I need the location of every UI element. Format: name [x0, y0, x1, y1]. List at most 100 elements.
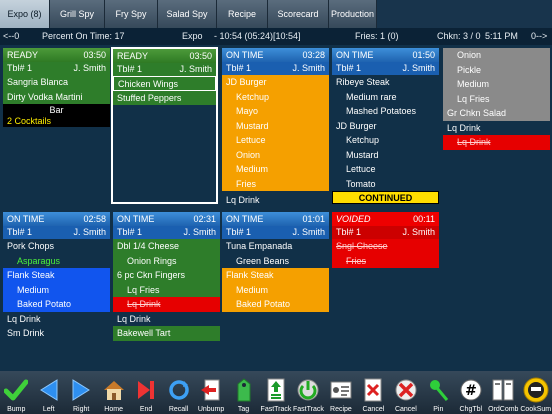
- order-combine-button[interactable]: OrdComb: [487, 371, 519, 414]
- order-modifier: Medium rare: [346, 91, 397, 102]
- order-timer: 02:31: [193, 214, 216, 224]
- order-modifier: Mustard: [222, 118, 329, 133]
- time-summary: - 10:54 (05:24)[10:54]: [214, 31, 301, 41]
- tab-salad-spy[interactable]: Salad Spy: [158, 0, 217, 28]
- order-modifier: Green Beans: [236, 255, 290, 266]
- order-modifier: Ketchup: [222, 89, 329, 104]
- order-item[interactable]: Lq Drink: [113, 312, 220, 327]
- tab-production[interactable]: Production: [329, 0, 377, 28]
- order-item[interactable]: Flank Steak: [222, 268, 329, 283]
- prev-orders-indicator[interactable]: <--0: [3, 31, 19, 41]
- order-status: ON TIME: [226, 214, 264, 224]
- unbump-icon: [198, 376, 224, 404]
- bump-button[interactable]: Bump: [0, 371, 32, 414]
- order-item[interactable]: Pork Chops: [3, 239, 110, 254]
- order-item[interactable]: Lq Drink: [443, 121, 550, 136]
- order-card-selected[interactable]: READY 03:50 Tbl# 1 J. Smith Chicken Wing…: [111, 47, 218, 204]
- order-item[interactable]: Lq Drink: [3, 312, 110, 327]
- order-item[interactable]: Dbl 1/4 Cheese: [113, 239, 220, 254]
- server-name: J. Smith: [402, 227, 435, 237]
- tag-button[interactable]: Tag: [227, 371, 259, 414]
- cancel-item-button[interactable]: Cancel: [357, 371, 389, 414]
- end-button[interactable]: End: [130, 371, 162, 414]
- table-number: Tbl# 1: [117, 227, 143, 237]
- order-item[interactable]: JD Burger: [222, 75, 329, 90]
- table-number: Tbl# 1: [7, 227, 33, 237]
- next-orders-indicator[interactable]: 0-->: [531, 31, 547, 41]
- order-card-voided[interactable]: VOIDED 00:11 Tbl# 1 J. Smith Sngl Cheese…: [332, 212, 439, 268]
- server-name: J. Smith: [402, 63, 435, 73]
- hash-icon: #: [458, 376, 484, 404]
- order-modifier: Baked Potato: [3, 297, 110, 312]
- order-item[interactable]: Lq Drink: [222, 193, 329, 208]
- order-card-continuation[interactable]: Onion Pickle Medium Lq Fries Gr Chkn Sal…: [443, 48, 550, 150]
- change-table-button[interactable]: # ChgTbl: [455, 371, 487, 414]
- cancel-order-button[interactable]: Cancel: [390, 371, 422, 414]
- tab-recipe[interactable]: Recipe: [217, 0, 268, 28]
- arrow-right-icon: [68, 376, 94, 404]
- order-subheader: Tbl# 1 J. Smith: [113, 63, 216, 76]
- order-modifier: Mustard: [346, 149, 379, 160]
- order-item[interactable]: Gr Chkn Salad: [443, 106, 550, 121]
- fasttrack-power-button[interactable]: FastTrack: [292, 371, 324, 414]
- unbump-button[interactable]: Unbump: [195, 371, 227, 414]
- order-card[interactable]: ON TIME 01:50 Tbl# 1 J. Smith Ribeye Ste…: [332, 48, 439, 204]
- order-timer: 03:28: [302, 50, 325, 60]
- order-card[interactable]: ON TIME 01:01 Tbl# 1 J. Smith Tuna Empan…: [222, 212, 329, 312]
- tab-expo[interactable]: Expo (8): [0, 0, 50, 28]
- order-card[interactable]: ON TIME 02:31 Tbl# 1 J. Smith Dbl 1/4 Ch…: [113, 212, 220, 341]
- table-number: Tbl# 1: [336, 227, 362, 237]
- order-modifier: Tomato: [346, 178, 376, 189]
- order-item[interactable]: Flank Steak: [3, 268, 110, 283]
- fasttrack-button[interactable]: FastTrack: [260, 371, 292, 414]
- order-item[interactable]: Ribeye Steak: [332, 75, 439, 90]
- order-card[interactable]: READY 03:50 Tbl# 1 J. Smith Sangria Blan…: [3, 48, 110, 127]
- order-card[interactable]: ON TIME 03:28 Tbl# 1 J. Smith JD Burger …: [222, 48, 329, 208]
- order-subheader: Tbl# 1 J. Smith: [332, 62, 439, 75]
- left-button[interactable]: Left: [32, 371, 64, 414]
- order-modifier: Medium: [443, 77, 550, 92]
- cook-summary-button[interactable]: CookSum: [520, 371, 552, 414]
- order-item[interactable]: Sm Drink: [3, 326, 110, 341]
- order-item-voided[interactable]: Lq Drink: [113, 297, 220, 312]
- order-timer: 03:50: [189, 51, 212, 61]
- order-item[interactable]: Dirty Vodka Martini: [3, 89, 110, 104]
- station-note: 2 Cocktails: [3, 115, 110, 127]
- order-modifier: Lettuce: [222, 133, 329, 148]
- right-button[interactable]: Right: [65, 371, 97, 414]
- tab-scorecard[interactable]: Scorecard: [268, 0, 329, 28]
- pin-icon: [425, 376, 451, 404]
- order-status: ON TIME: [117, 214, 155, 224]
- home-button[interactable]: Home: [97, 371, 129, 414]
- order-card[interactable]: ON TIME 02:58 Tbl# 1 J. Smith Pork Chops…: [3, 212, 110, 341]
- recall-button[interactable]: Recall: [162, 371, 194, 414]
- order-modifier: Baked Potato: [222, 297, 329, 312]
- tab-fry-spy[interactable]: Fry Spy: [105, 0, 158, 28]
- order-item[interactable]: Sangria Blanca: [3, 75, 110, 90]
- fries-count: Fries: 1 (0): [355, 31, 399, 41]
- order-item-voided[interactable]: Sngl Cheese: [332, 239, 439, 254]
- order-modifier: Medium: [222, 282, 329, 297]
- bottom-toolbar: Bump Left Right Home End Recall Unbump T…: [0, 371, 552, 414]
- order-item[interactable]: 6 pc Ckn Fingers: [113, 268, 220, 283]
- order-item[interactable]: Bakewell Tart: [113, 326, 220, 341]
- order-item[interactable]: Tuna Empanada: [222, 239, 329, 254]
- order-item[interactable]: Chicken Wings: [113, 76, 216, 91]
- order-item[interactable]: Stuffed Peppers: [113, 90, 216, 105]
- server-name: J. Smith: [73, 63, 106, 73]
- order-status: VOIDED: [336, 214, 371, 224]
- order-modifier: Medium: [222, 162, 329, 177]
- server-name: J. Smith: [73, 227, 106, 237]
- order-item-voided[interactable]: Lq Drink: [443, 135, 550, 150]
- order-header: READY 03:50: [3, 48, 110, 62]
- recipe-button[interactable]: Recipe: [325, 371, 357, 414]
- pin-button[interactable]: Pin: [422, 371, 454, 414]
- cooksum-icon: [523, 376, 549, 404]
- order-item-voided[interactable]: Fries: [332, 253, 439, 268]
- arrow-left-icon: [36, 376, 62, 404]
- order-item[interactable]: JD Burger: [332, 119, 439, 134]
- tab-grill-spy[interactable]: Grill Spy: [50, 0, 105, 28]
- order-header: ON TIME 01:50: [332, 48, 439, 62]
- order-header: READY 03:50: [113, 49, 216, 63]
- table-number: Tbl# 1: [226, 227, 252, 237]
